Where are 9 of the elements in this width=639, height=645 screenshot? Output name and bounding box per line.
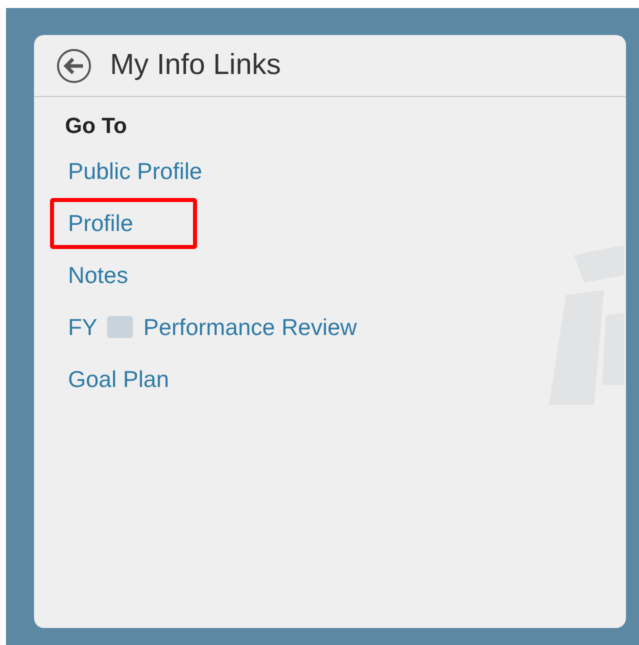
section-heading: Go To <box>65 112 128 140</box>
menu-link[interactable]: Profile <box>50 198 198 248</box>
menu-link[interactable]: Public Profile <box>50 146 220 196</box>
redaction-block <box>107 316 134 338</box>
panel-title: My Info Links <box>110 49 281 82</box>
back-icon[interactable] <box>56 48 92 84</box>
menu-link[interactable]: FY Performance Review <box>50 302 375 352</box>
menu-link[interactable]: Notes <box>50 250 146 300</box>
menu-link[interactable]: Goal Plan <box>50 354 188 404</box>
